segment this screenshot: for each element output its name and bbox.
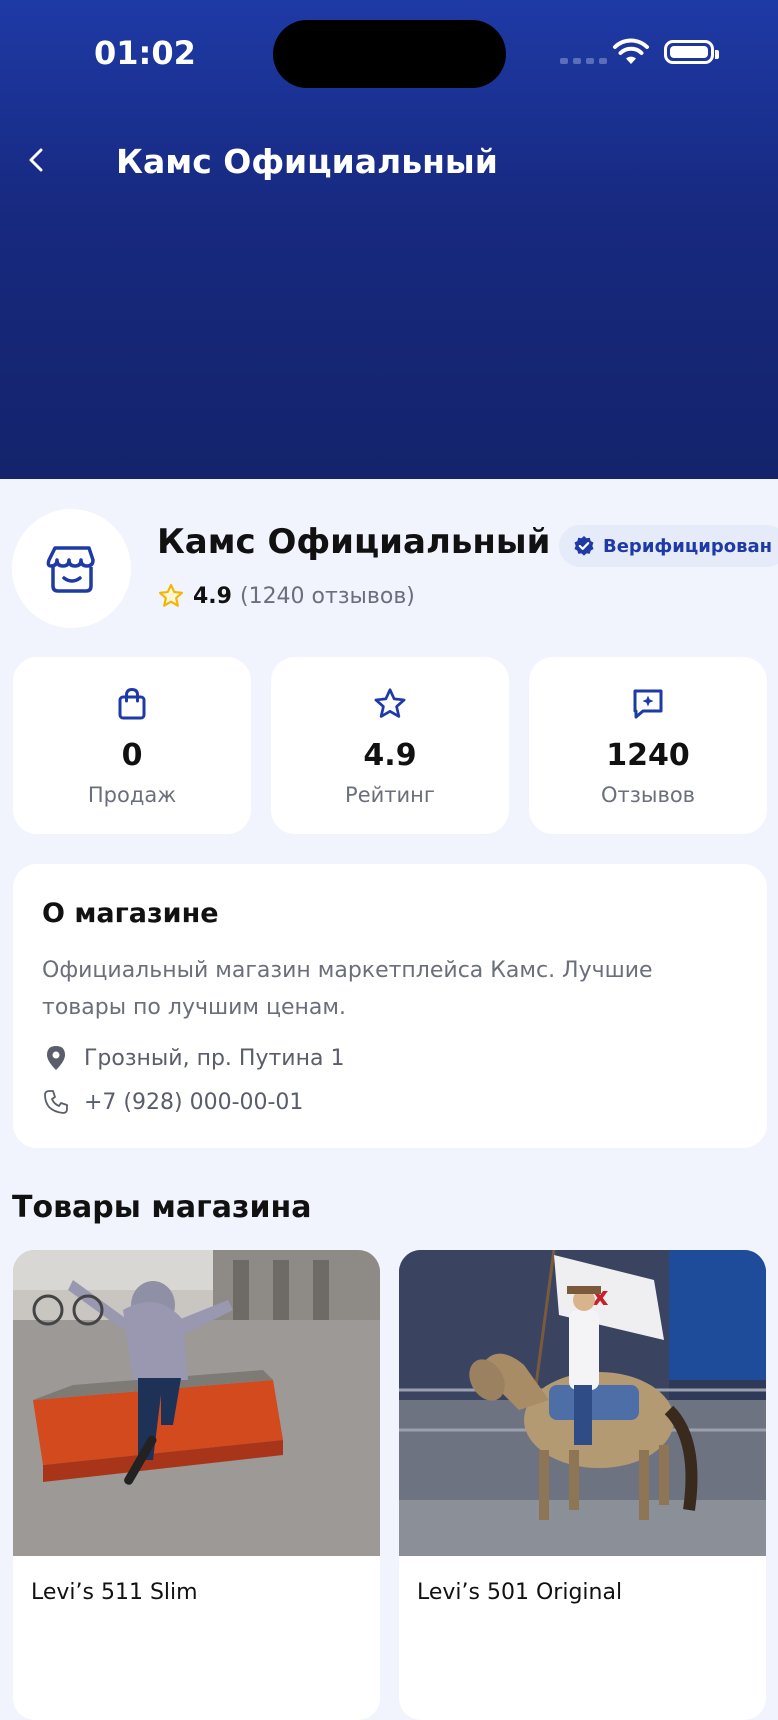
verified-label: Верифицирован: [603, 535, 773, 557]
stat-value: 0: [121, 738, 143, 773]
stat-label: Продаж: [87, 783, 177, 807]
address-text: Грозный, пр. Путина 1: [84, 1045, 345, 1071]
store-name: Камс Официальный: [157, 522, 551, 562]
product-name: Levi’s 511 Slim: [31, 1580, 198, 1605]
product-card[interactable]: Levi’s 511 Slim: [13, 1250, 380, 1720]
status-time: 01:02: [94, 34, 196, 72]
product-card[interactable]: Ex Levi’s 501 Original: [399, 1250, 766, 1720]
about-card: О магазине Официальный магазин маркетпле…: [13, 864, 767, 1148]
about-title: О магазине: [42, 898, 219, 929]
verified-badge: Верифицирован: [559, 525, 778, 567]
page-title: Камс Официальный: [116, 142, 498, 181]
store-avatar: [12, 509, 131, 628]
store-icon: [46, 545, 95, 593]
stat-sales: 0 Продаж: [13, 657, 251, 834]
product-image: [13, 1250, 380, 1556]
stat-value: 1240: [606, 738, 690, 773]
star-icon: [158, 583, 184, 607]
stat-label: Отзывов: [600, 783, 696, 807]
star-icon: [374, 688, 406, 718]
reviews-count: (1240 отзывов): [239, 583, 415, 609]
about-description: Официальный магазин маркетплейса Камс. Л…: [42, 958, 653, 1020]
rating-value: 4.9: [193, 583, 232, 609]
stat-value: 4.9: [363, 738, 417, 773]
product-image: Ex: [399, 1250, 766, 1556]
cellular-signal-icon: [560, 58, 607, 64]
products-section-title: Товары магазина: [12, 1190, 312, 1225]
battery-icon: [664, 40, 719, 64]
store-rating: 4.9 (1240 отзывов): [157, 582, 415, 610]
wifi-icon: [613, 38, 649, 64]
stat-label: Рейтинг: [345, 783, 435, 807]
store-stats: 0 Продаж 4.9 Рейтинг 1240 Отзывов: [13, 657, 767, 834]
back-button[interactable]: [20, 140, 52, 180]
chat-star-icon: [633, 689, 663, 719]
dynamic-island: [273, 20, 506, 88]
phone-icon: [44, 1090, 68, 1114]
store-address: Грозный, пр. Путина 1: [42, 1045, 344, 1071]
shopping-bag-icon: [118, 687, 146, 720]
store-phone[interactable]: +7 (928) 000-00-01: [42, 1089, 303, 1115]
stat-rating: 4.9 Рейтинг: [271, 657, 509, 834]
location-pin-icon: [47, 1046, 65, 1070]
phone-text: +7 (928) 000-00-01: [84, 1089, 304, 1115]
stat-reviews: 1240 Отзывов: [529, 657, 767, 834]
product-name: Levi’s 501 Original: [417, 1580, 623, 1605]
verified-check-icon: [574, 536, 594, 556]
